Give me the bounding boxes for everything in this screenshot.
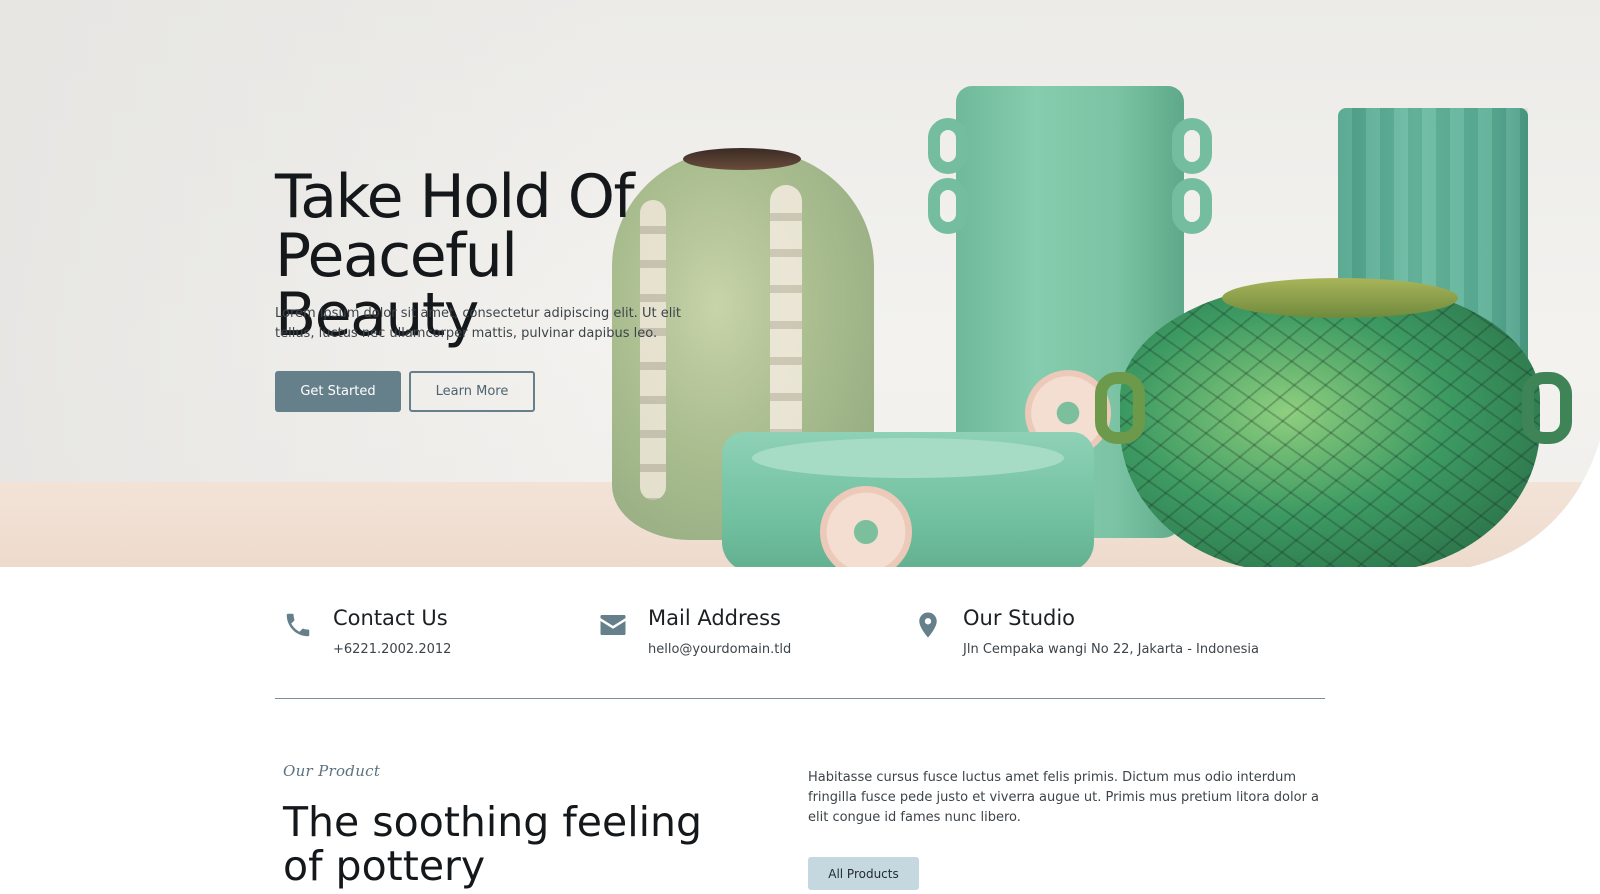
studio-address: Jln Cempaka wangi No 22, Jakarta - Indon… bbox=[963, 642, 1259, 657]
product-title-line-2: of pottery bbox=[283, 842, 486, 890]
map-pin-icon bbox=[919, 612, 937, 638]
contact-us-title: Contact Us bbox=[333, 606, 448, 630]
product-title-line-1: The soothing feeling bbox=[283, 798, 702, 846]
hero-bowl-interior bbox=[752, 438, 1064, 478]
mail-address-value[interactable]: hello@yourdomain.tld bbox=[648, 642, 791, 657]
hero-tall-vase-handle-right-lower bbox=[1172, 178, 1212, 234]
mail-address-title: Mail Address bbox=[648, 606, 781, 630]
product-description: Habitasse cursus fusce luctus amet felis… bbox=[808, 770, 1320, 825]
product-eyebrow: Our Product bbox=[283, 762, 381, 780]
envelope-icon bbox=[600, 615, 626, 635]
hero-tall-vase-handle-left bbox=[928, 118, 968, 174]
all-products-button[interactable]: All Products bbox=[808, 857, 919, 890]
learn-more-button[interactable]: Learn More bbox=[409, 371, 535, 412]
hero-bowl-flower bbox=[820, 486, 912, 567]
hero-description: Lorem ipsum dolor sit amet, consectetur … bbox=[275, 306, 682, 341]
our-studio-title: Our Studio bbox=[963, 606, 1076, 630]
hero-crackle-pot-texture bbox=[1120, 282, 1540, 567]
hero-crackle-pot-handle-left bbox=[1095, 372, 1145, 444]
hero-section: Take Hold Of Peaceful Beauty Lorem ipsum… bbox=[0, 0, 1600, 567]
hero-crackle-pot-rim bbox=[1222, 278, 1458, 318]
contact-phone-number[interactable]: +6221.2002.2012 bbox=[333, 642, 451, 657]
hero-tall-vase-handle-left-lower bbox=[928, 178, 968, 234]
hero-tall-vase-handle-right bbox=[1172, 118, 1212, 174]
hero-textured-vase-lip bbox=[683, 148, 801, 170]
section-divider bbox=[275, 698, 1325, 699]
get-started-button[interactable]: Get Started bbox=[275, 371, 401, 412]
phone-icon bbox=[286, 613, 310, 637]
product-title: The soothing feeling of pottery bbox=[283, 800, 723, 888]
hero-crackle-pot-handle-right bbox=[1522, 372, 1572, 444]
